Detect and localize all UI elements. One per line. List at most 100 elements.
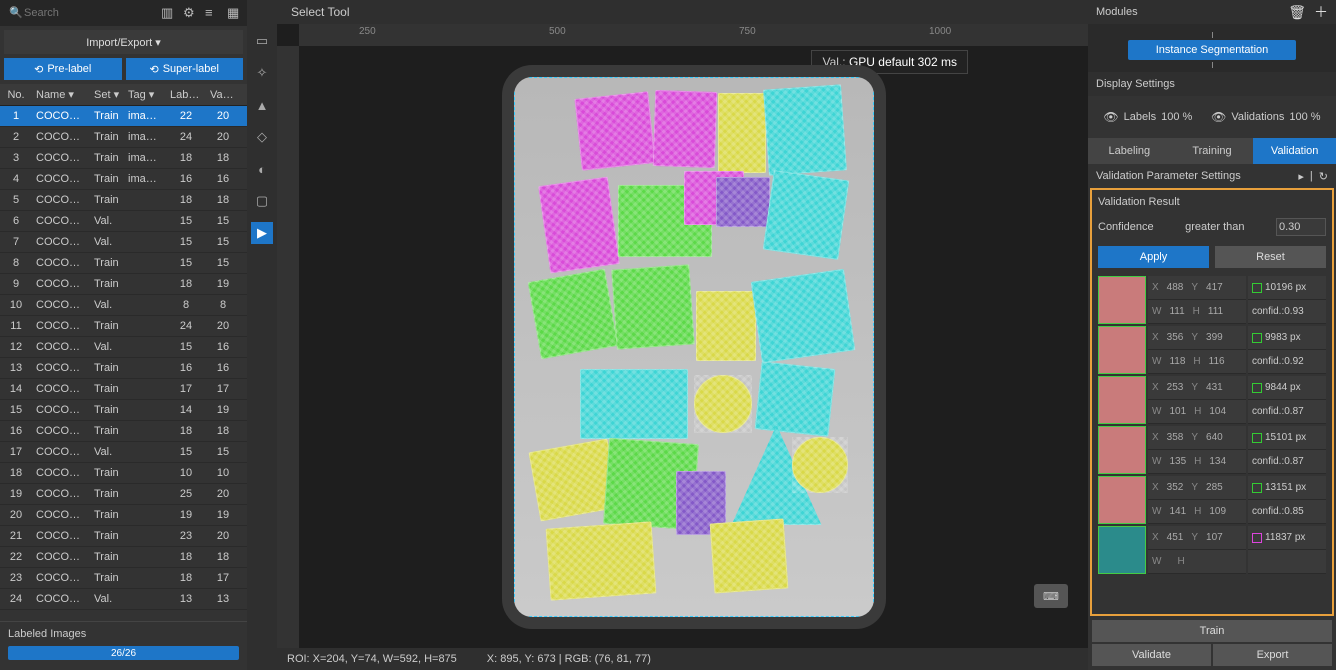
right-sidebar: Modules 🗑＋ Instance Segmentation Display… [1088,0,1336,670]
history-icon[interactable]: ↻ [1319,170,1328,183]
roi-tool[interactable]: ▶ [251,222,273,244]
table-row[interactable]: 16COCO_v...Train1818 [0,421,247,442]
table-row[interactable]: 23COCO_v...Train1817 [0,568,247,589]
result-row[interactable]: X488Y417 W111H111 10196 px confid.:0.93 [1098,276,1326,324]
mode-tabs: Labeling Training Validation [1088,138,1336,164]
labeled-box: Labeled Images 26/26 [0,621,247,670]
tune-icon[interactable]: ⚙ [183,5,197,21]
eye-icon[interactable]: 👁 [1211,110,1226,124]
table-row[interactable]: 3COCO_v...Trainimage...1818 [0,148,247,169]
results-list[interactable]: X488Y417 W111H111 10196 px confid.:0.93 … [1098,276,1326,608]
modules-header: Modules 🗑＋ [1088,0,1336,24]
result-row[interactable]: X356Y399 W118H116 9983 px confid.:0.92 [1098,326,1326,374]
apply-button[interactable]: Apply [1098,246,1209,268]
table-row[interactable]: 6COCO_v...Val.1515 [0,211,247,232]
search-input[interactable] [6,3,157,23]
wand-tool[interactable]: ✧ [251,62,273,84]
col-val[interactable]: Val. ▾ [206,88,240,101]
table-row[interactable]: 18COCO_v...Train1010 [0,463,247,484]
col-set[interactable]: Set ▾ [90,88,124,101]
table-row[interactable]: 4COCO_v...Trainimage...1616 [0,169,247,190]
result-row[interactable]: X358Y640 W135H134 15101 px confid.:0.87 [1098,426,1326,474]
table-row[interactable]: 10COCO_v...Val.88 [0,295,247,316]
table-row[interactable]: 24COCO_v...Val.1313 [0,589,247,610]
validation-badge: Val.: GPU default 302 ms [811,50,968,74]
ruler-horizontal: 2505007501000 [299,24,1088,46]
param-header[interactable]: Validation Parameter Settings ▸|↻ [1088,164,1336,188]
grid-icon[interactable]: ▦ [227,5,241,21]
table-row[interactable]: 5COCO_v...Train1818 [0,190,247,211]
table-row[interactable]: 13COCO_v...Train1616 [0,358,247,379]
eye-icon[interactable]: 👁 [1103,110,1118,124]
keyboard-icon[interactable]: ⌨ [1034,584,1068,608]
validation-result-panel: Validation Result Confidence greater tha… [1090,188,1334,616]
lasso-tool[interactable]: ◇ [251,126,273,148]
status-coord: X: 895, Y: 673 | RGB: (76, 81, 77) [487,653,651,665]
table-row[interactable]: 8COCO_v...Train1515 [0,253,247,274]
col-tag[interactable]: Tag ▾ [124,88,166,101]
module-chip[interactable]: Instance Segmentation [1128,40,1297,60]
confidence-row: Confidence greater than [1098,218,1326,236]
progress-bar: 26/26 [8,646,239,660]
table-row[interactable]: 19COCO_v...Train2520 [0,484,247,505]
chevron-right-icon[interactable]: ▸ [1298,170,1304,183]
col-name[interactable]: Name ▾ [32,88,90,101]
person-tool[interactable]: ▲ [251,94,273,116]
tab-labeling[interactable]: Labeling [1088,138,1171,164]
add-icon[interactable]: ＋ [1314,4,1328,20]
result-thumb [1098,276,1146,324]
ruler-vertical [277,46,299,648]
vertical-toolbar: ▭ ✧ ▲ ◇ ◐ ▢ ▶ [247,0,277,670]
bottom-actions: Train Validate Export [1088,616,1336,670]
rect-tool[interactable]: ▢ [251,190,273,212]
table-row[interactable]: 12COCO_v...Val.1516 [0,337,247,358]
table-row[interactable]: 22COCO_v...Train1818 [0,547,247,568]
confidence-input[interactable] [1276,218,1326,236]
display-header: Display Settings [1088,72,1336,96]
superlabel-button[interactable]: ⟲Super-label [126,58,244,80]
train-button[interactable]: Train [1092,620,1332,642]
result-thumb [1098,326,1146,374]
table-row[interactable]: 11COCO_v...Train2420 [0,316,247,337]
table-row[interactable]: 9COCO_v...Train1819 [0,274,247,295]
tab-training[interactable]: Training [1171,138,1254,164]
left-sidebar: 🔍 ▥ ⚙ ≡ ▦ Import/Export ▾ ⟲Pre-label ⟲Su… [0,0,247,670]
import-export-dropdown[interactable]: Import/Export ▾ [4,30,243,54]
canvas-area: Select Tool 2505007501000 Val.: GPU defa… [277,0,1088,670]
layers-icon[interactable]: ▥ [161,5,175,21]
table-row[interactable]: 1COCO_v...Trainimage...2220 [0,106,247,127]
table-row[interactable]: 14COCO_v...Train1717 [0,379,247,400]
table-row[interactable]: 20COCO_v...Train1919 [0,505,247,526]
table-row[interactable]: 7COCO_v...Val.1515 [0,232,247,253]
labeled-title: Labeled Images [8,628,239,640]
result-row[interactable]: X352Y285 W141H109 13151 px confid.:0.85 [1098,476,1326,524]
result-row[interactable]: X451Y107 WH 11837 px [1098,526,1326,574]
list-icon[interactable]: ≡ [205,5,219,21]
validate-button[interactable]: Validate [1092,644,1211,666]
table-header: No. Name ▾ Set ▾ Tag ▾ Label ▾ Val. ▾ [0,84,247,106]
col-label[interactable]: Label ▾ [166,88,206,101]
prelabel-button[interactable]: ⟲Pre-label [4,58,122,80]
tab-validation[interactable]: Validation [1253,138,1336,164]
col-no[interactable]: No. [0,89,32,101]
export-button[interactable]: Export [1213,644,1332,666]
table-body[interactable]: 1COCO_v...Trainimage...22202COCO_v...Tra… [0,106,247,621]
canvas-title: Select Tool [277,0,1088,24]
table-row[interactable]: 15COCO_v...Train1419 [0,400,247,421]
canvas[interactable]: Val.: GPU default 302 ms [299,46,1088,648]
result-thumb [1098,426,1146,474]
search-row: 🔍 ▥ ⚙ ≡ ▦ [0,0,247,26]
pointer-tool[interactable]: ▭ [251,30,273,52]
result-thumb [1098,476,1146,524]
table-row[interactable]: 17COCO_v...Val.1515 [0,442,247,463]
validation-result-title: Validation Result [1098,196,1326,208]
progress-fill: 26/26 [8,646,239,660]
delete-icon[interactable]: 🗑 [1288,4,1306,20]
result-row[interactable]: X253Y431 W101H104 9844 px confid.:0.87 [1098,376,1326,424]
reset-button[interactable]: Reset [1215,246,1326,268]
table-row[interactable]: 21COCO_v...Train2320 [0,526,247,547]
result-thumb [1098,526,1146,574]
image-view[interactable] [514,77,874,617]
brush-tool[interactable]: ◐ [251,158,273,180]
table-row[interactable]: 2COCO_v...Trainimage...2420 [0,127,247,148]
